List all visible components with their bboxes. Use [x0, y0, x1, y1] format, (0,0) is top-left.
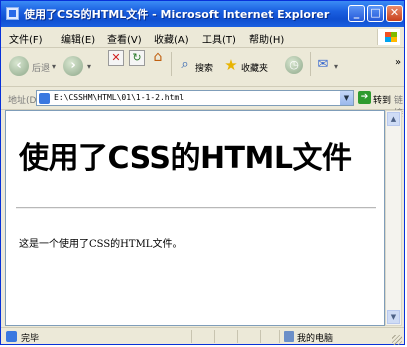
maximize-button[interactable]: □	[367, 5, 384, 22]
forward-button[interactable]: › ▾	[63, 56, 99, 78]
toolbar-overflow-icon[interactable]: »	[395, 57, 401, 68]
mail-icon: ✉	[317, 57, 329, 72]
page-paragraph: 这是一个使用了CSS的HTML文件。	[19, 239, 183, 250]
window-title: 使用了CSS的HTML文件 - Microsoft Internet Explo…	[24, 8, 330, 21]
page-heading: 使用了CSS的HTML文件	[19, 141, 352, 176]
menu-view[interactable]: 查看(V)	[107, 31, 142, 46]
search-label: 搜索	[195, 64, 214, 74]
status-pane-divider	[191, 330, 192, 343]
menu-favorites[interactable]: 收藏(A)	[154, 31, 189, 46]
page-viewport[interactable]: 使用了CSS的HTML文件 这是一个使用了CSS的HTML文件。	[5, 110, 385, 326]
back-label: 后退	[32, 64, 51, 74]
search-icon: ⌕	[181, 57, 189, 72]
computer-zone-icon	[284, 331, 294, 342]
address-url: E:\CSSHM\HTML\01\1-1-2.html	[54, 93, 185, 102]
favorites-label: 收藏夹	[241, 64, 269, 74]
back-button[interactable]: ‹ 后退 ▾	[9, 56, 59, 78]
scroll-down-icon[interactable]: ▼	[387, 310, 400, 324]
back-arrow-icon: ‹	[9, 56, 29, 76]
stop-icon[interactable]: ✕	[108, 50, 124, 66]
forward-dropdown-icon: ▾	[87, 62, 92, 71]
address-bar: 地址(D) E:\CSSHM\HTML\01\1-1-2.html ▼ ➔ 转到…	[1, 87, 404, 119]
go-button[interactable]: 转到	[373, 93, 391, 106]
status-bar: 完毕 我的电脑	[1, 327, 404, 346]
scroll-up-icon[interactable]: ▲	[387, 112, 400, 126]
back-dropdown-icon: ▾	[52, 62, 57, 71]
go-arrow-icon[interactable]: ➔	[358, 91, 371, 104]
resize-grip-icon[interactable]	[392, 335, 402, 345]
home-icon[interactable]: ⌂	[150, 50, 166, 66]
address-input[interactable]: E:\CSSHM\HTML\01\1-1-2.html ▼	[36, 90, 354, 106]
title-bar[interactable]: 使用了CSS的HTML文件 - Microsoft Internet Explo…	[1, 1, 404, 27]
address-dropdown-icon[interactable]: ▼	[340, 91, 353, 105]
menu-file[interactable]: 文件(F)	[9, 31, 43, 46]
standard-toolbar: ‹ 后退 ▾ › ▾ ✕ ↻ ⌂ ⌕ 搜索 ★ 收藏夹 ◷ ✉ ▾ »	[1, 48, 404, 87]
status-pane-divider	[279, 330, 280, 343]
status-pane-divider	[260, 330, 261, 343]
menu-tools[interactable]: 工具(T)	[202, 31, 236, 46]
favorites-button[interactable]: ★ 收藏夹	[223, 56, 279, 78]
minimize-button[interactable]: _	[348, 5, 365, 22]
menu-help[interactable]: 帮助(H)	[249, 31, 284, 46]
toolbar-separator	[171, 52, 172, 76]
vertical-scrollbar[interactable]: ▲ ▼	[385, 110, 402, 326]
status-pane-divider	[214, 330, 215, 343]
menu-edit[interactable]: 编辑(E)	[61, 31, 95, 46]
browser-window: 使用了CSS的HTML文件 - Microsoft Internet Explo…	[0, 0, 405, 345]
mail-dropdown-icon: ▾	[334, 62, 339, 71]
favorites-star-icon: ★	[224, 56, 238, 74]
refresh-icon[interactable]: ↻	[129, 50, 145, 66]
history-icon[interactable]: ◷	[285, 56, 303, 74]
mail-button[interactable]: ✉ ▾	[315, 56, 349, 78]
windows-logo-icon	[377, 29, 400, 45]
ie-page-icon	[6, 7, 19, 20]
status-pane-divider	[237, 330, 238, 343]
forward-arrow-icon: ›	[63, 56, 83, 76]
status-text: 完毕	[21, 334, 40, 344]
toolbar-separator	[310, 52, 311, 76]
close-button[interactable]: ✕	[386, 5, 403, 22]
search-button[interactable]: ⌕ 搜索	[177, 56, 221, 78]
status-page-icon	[6, 331, 17, 342]
menu-bar: 文件(F) 编辑(E) 查看(V) 收藏(A) 工具(T) 帮助(H)	[1, 27, 404, 48]
security-zone-label: 我的电脑	[297, 334, 334, 344]
page-icon	[39, 93, 50, 104]
horizontal-rule	[16, 207, 376, 209]
